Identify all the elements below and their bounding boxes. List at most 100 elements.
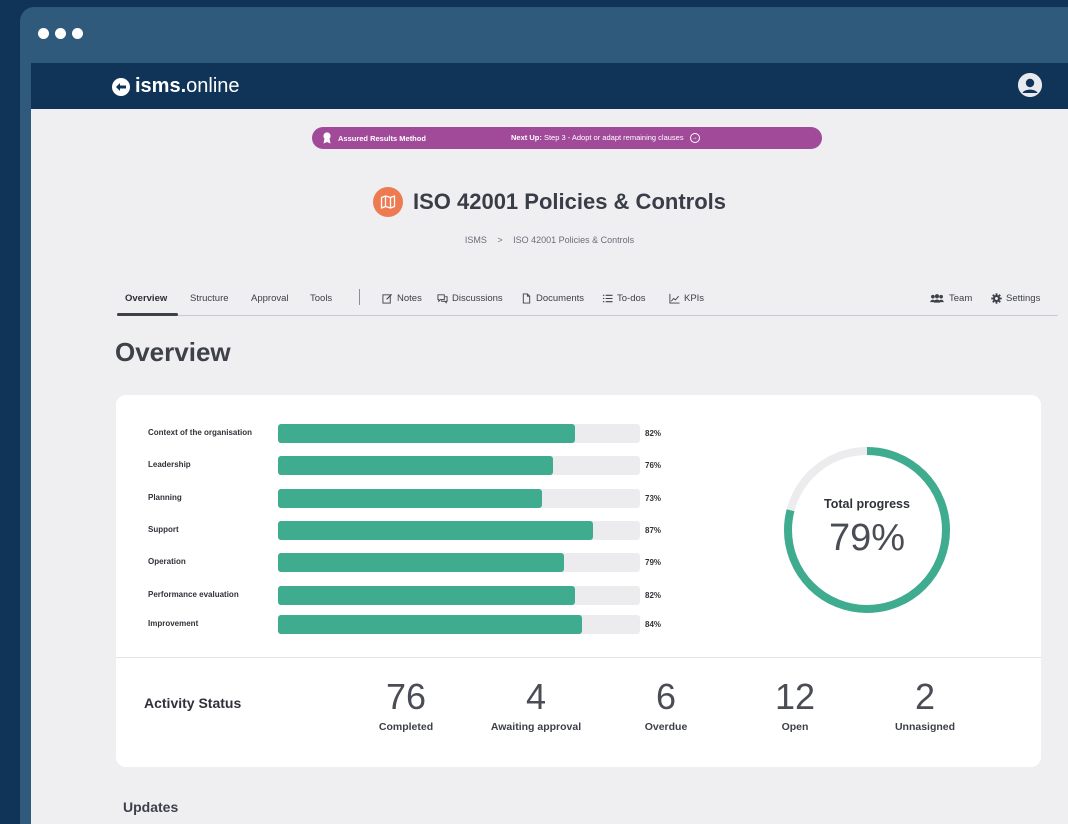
tab-kpis-label: KPIs	[684, 293, 705, 304]
stat-unassigned-value: 2	[914, 676, 936, 717]
clause-progress-row[interactable]: Leadership 76%	[148, 456, 678, 476]
tab-discussions[interactable]: Discussions	[437, 293, 503, 304]
tab-notes-label: Notes	[397, 293, 422, 304]
clause-label: Leadership	[148, 460, 191, 469]
tab-divider	[359, 289, 360, 305]
stat-overdue-label: Overdue	[644, 721, 688, 733]
clause-progress-row[interactable]: Planning 73%	[148, 489, 678, 509]
clause-percent: 76%	[645, 461, 662, 470]
breadcrumb: ISMS > ISO 42001 Policies & Controls	[31, 235, 1068, 245]
window-maximize-dot[interactable]	[72, 28, 83, 39]
tab-team[interactable]: Team	[929, 293, 972, 304]
total-progress-label: Total progress	[824, 497, 910, 511]
chart-icon	[669, 293, 680, 304]
browser-window: isms. online Assured Results Method Next …	[20, 7, 1068, 824]
tab-todos-label: To-dos	[617, 293, 646, 304]
total-progress-donut: Total progress 79%	[780, 443, 954, 617]
user-avatar-icon[interactable]	[1018, 73, 1042, 97]
breadcrumb-current: ISO 42001 Policies & Controls	[513, 235, 635, 245]
document-icon	[522, 293, 531, 304]
clause-progress-row[interactable]: Performance evaluation 82%	[148, 586, 678, 606]
banner-next-label: Next Up:	[511, 132, 542, 142]
clause-label: Operation	[148, 557, 186, 566]
card-divider	[116, 657, 1041, 658]
total-progress-value: 79%	[828, 517, 906, 559]
active-tab-indicator	[117, 313, 178, 316]
clause-progress-fill	[278, 615, 583, 634]
overview-heading: Overview	[115, 337, 231, 367]
stat-unassigned-label: Unnasigned	[894, 721, 956, 733]
clause-percent: 82%	[645, 591, 662, 600]
stat-awaiting-approval[interactable]: 4 Awaiting approval	[471, 676, 601, 734]
stat-completed-label: Completed	[378, 721, 434, 733]
arrow-circle-icon[interactable]: →	[689, 133, 700, 143]
stat-open[interactable]: 12 Open	[730, 676, 860, 734]
stat-open-value: 12	[774, 676, 816, 717]
clause-progress-fill	[278, 424, 575, 443]
tab-settings[interactable]: Settings	[991, 293, 1040, 304]
overview-card: Context of the organisation 82% Leadership…	[116, 395, 1041, 767]
clause-percent: 79%	[645, 558, 662, 567]
stat-unassigned[interactable]: 2 Unnasigned	[860, 676, 990, 734]
clause-progress-track	[278, 553, 640, 572]
clause-progress-track	[278, 456, 640, 475]
method-banner[interactable]: Assured Results Method Next Up: Step 3 -…	[312, 127, 822, 149]
tab-team-label: Team	[949, 293, 973, 304]
clause-progress-row[interactable]: Support 87%	[148, 521, 678, 541]
gear-icon	[991, 293, 1002, 304]
tab-notes[interactable]: Notes	[382, 293, 422, 304]
clause-progress-track	[278, 586, 640, 605]
list-icon	[602, 294, 613, 303]
banner-method-text: Assured Results Method	[338, 133, 426, 143]
tab-approval[interactable]: Approval	[251, 293, 289, 304]
stat-awaiting-label: Awaiting approval	[490, 721, 582, 733]
chat-icon	[437, 294, 448, 304]
banner-next-up: Next Up: Step 3 - Adopt or adapt remaini…	[511, 133, 700, 143]
page-header: ISO 42001 Policies & Controls	[31, 187, 1068, 217]
logo-light-text: online	[186, 75, 240, 97]
window-minimize-dot[interactable]	[55, 28, 66, 39]
tab-documents-label: Documents	[536, 293, 585, 304]
clause-label: Planning	[148, 493, 182, 502]
stat-overdue[interactable]: 6 Overdue	[601, 676, 731, 734]
stat-awaiting-value: 4	[525, 676, 547, 717]
tab-todos[interactable]: To-dos	[602, 293, 646, 304]
clause-progress-fill	[278, 553, 564, 572]
tab-tools[interactable]: Tools	[310, 293, 332, 304]
tab-bar: Overview Structure Approval Tools Notes …	[117, 287, 1058, 316]
edit-icon	[382, 293, 393, 304]
stat-overdue-value: 6	[655, 676, 677, 717]
tab-discussions-label: Discussions	[452, 293, 503, 304]
clause-progress-row[interactable]: Context of the organisation 82%	[148, 424, 678, 444]
clause-progress-fill	[278, 456, 554, 475]
stat-completed[interactable]: 76 Completed	[341, 676, 471, 734]
clause-percent: 82%	[645, 429, 662, 438]
clause-percent: 73%	[645, 494, 662, 503]
tab-overview[interactable]: Overview	[125, 293, 167, 304]
clause-label: Improvement	[148, 619, 199, 628]
app-logo[interactable]: isms. online	[111, 75, 240, 98]
clause-progress-fill	[278, 489, 543, 508]
breadcrumb-isms[interactable]: ISMS	[465, 235, 487, 245]
clause-progress-track	[278, 615, 640, 634]
logo-mark-icon	[112, 77, 130, 96]
breadcrumb-separator: >	[497, 235, 503, 245]
clause-percent: 84%	[645, 620, 662, 629]
tab-structure[interactable]: Structure	[190, 293, 229, 304]
award-icon	[323, 132, 331, 144]
clause-progress-row[interactable]: Operation 79%	[148, 553, 678, 573]
window-close-dot[interactable]	[38, 28, 49, 39]
map-icon	[372, 187, 403, 217]
tab-kpis[interactable]: KPIs	[669, 293, 704, 304]
clause-label: Support	[148, 525, 179, 534]
clause-progress-fill	[278, 521, 593, 540]
clause-progress-row[interactable]: Improvement 84%	[148, 615, 678, 635]
tab-settings-label: Settings	[1006, 293, 1041, 304]
clause-progress-fill	[278, 586, 575, 605]
clause-label: Context of the organisation	[148, 428, 252, 437]
logo-bold-text: isms.	[135, 75, 187, 97]
stat-completed-value: 76	[385, 676, 427, 717]
page-title: ISO 42001 Policies & Controls	[412, 189, 726, 214]
updates-heading: Updates	[123, 799, 179, 815]
tab-documents[interactable]: Documents	[521, 293, 584, 304]
